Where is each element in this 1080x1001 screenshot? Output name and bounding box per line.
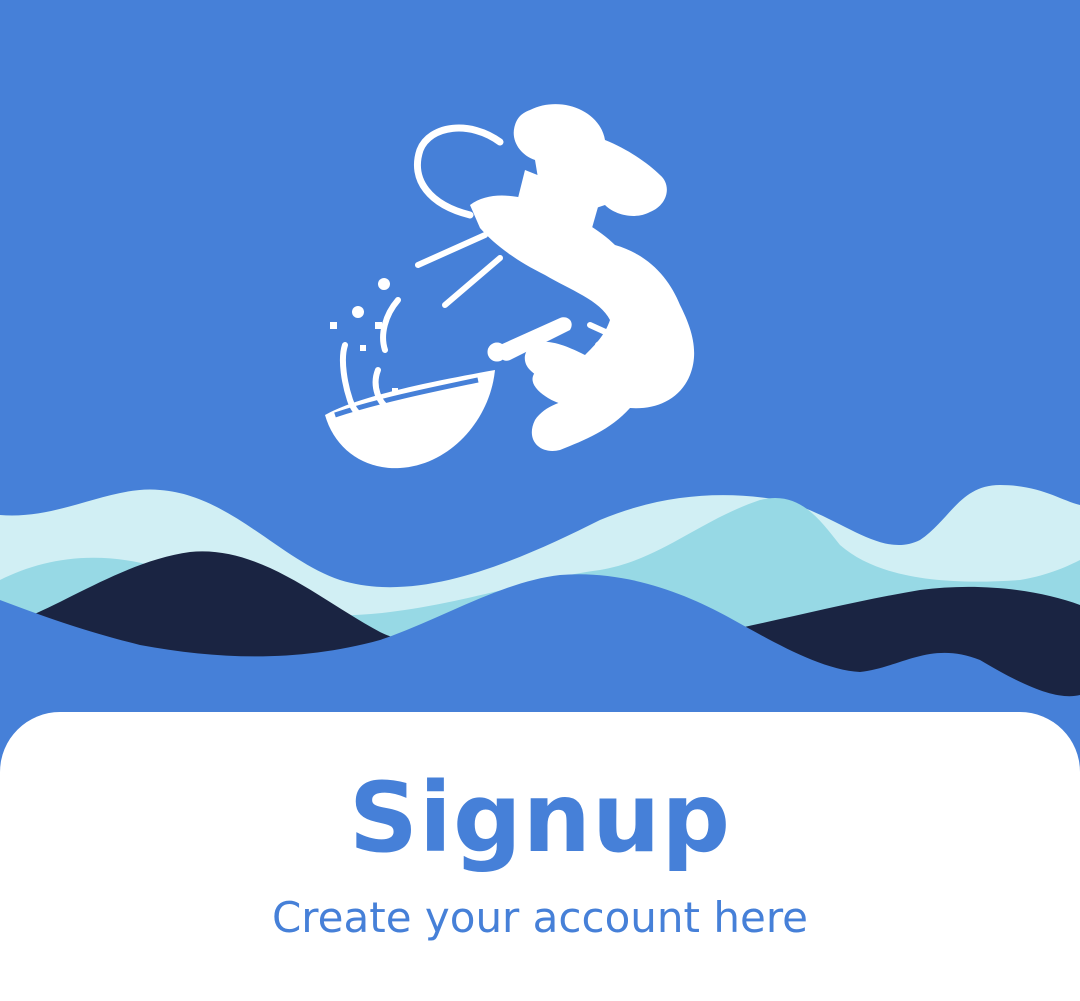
- page-subtitle: Create your account here: [271, 893, 808, 942]
- hero-banner: [0, 0, 1080, 740]
- hero-illustration: [0, 0, 1080, 740]
- page-title: Signup: [348, 762, 732, 874]
- signup-screen: Signup Create your account here: [0, 0, 1080, 1001]
